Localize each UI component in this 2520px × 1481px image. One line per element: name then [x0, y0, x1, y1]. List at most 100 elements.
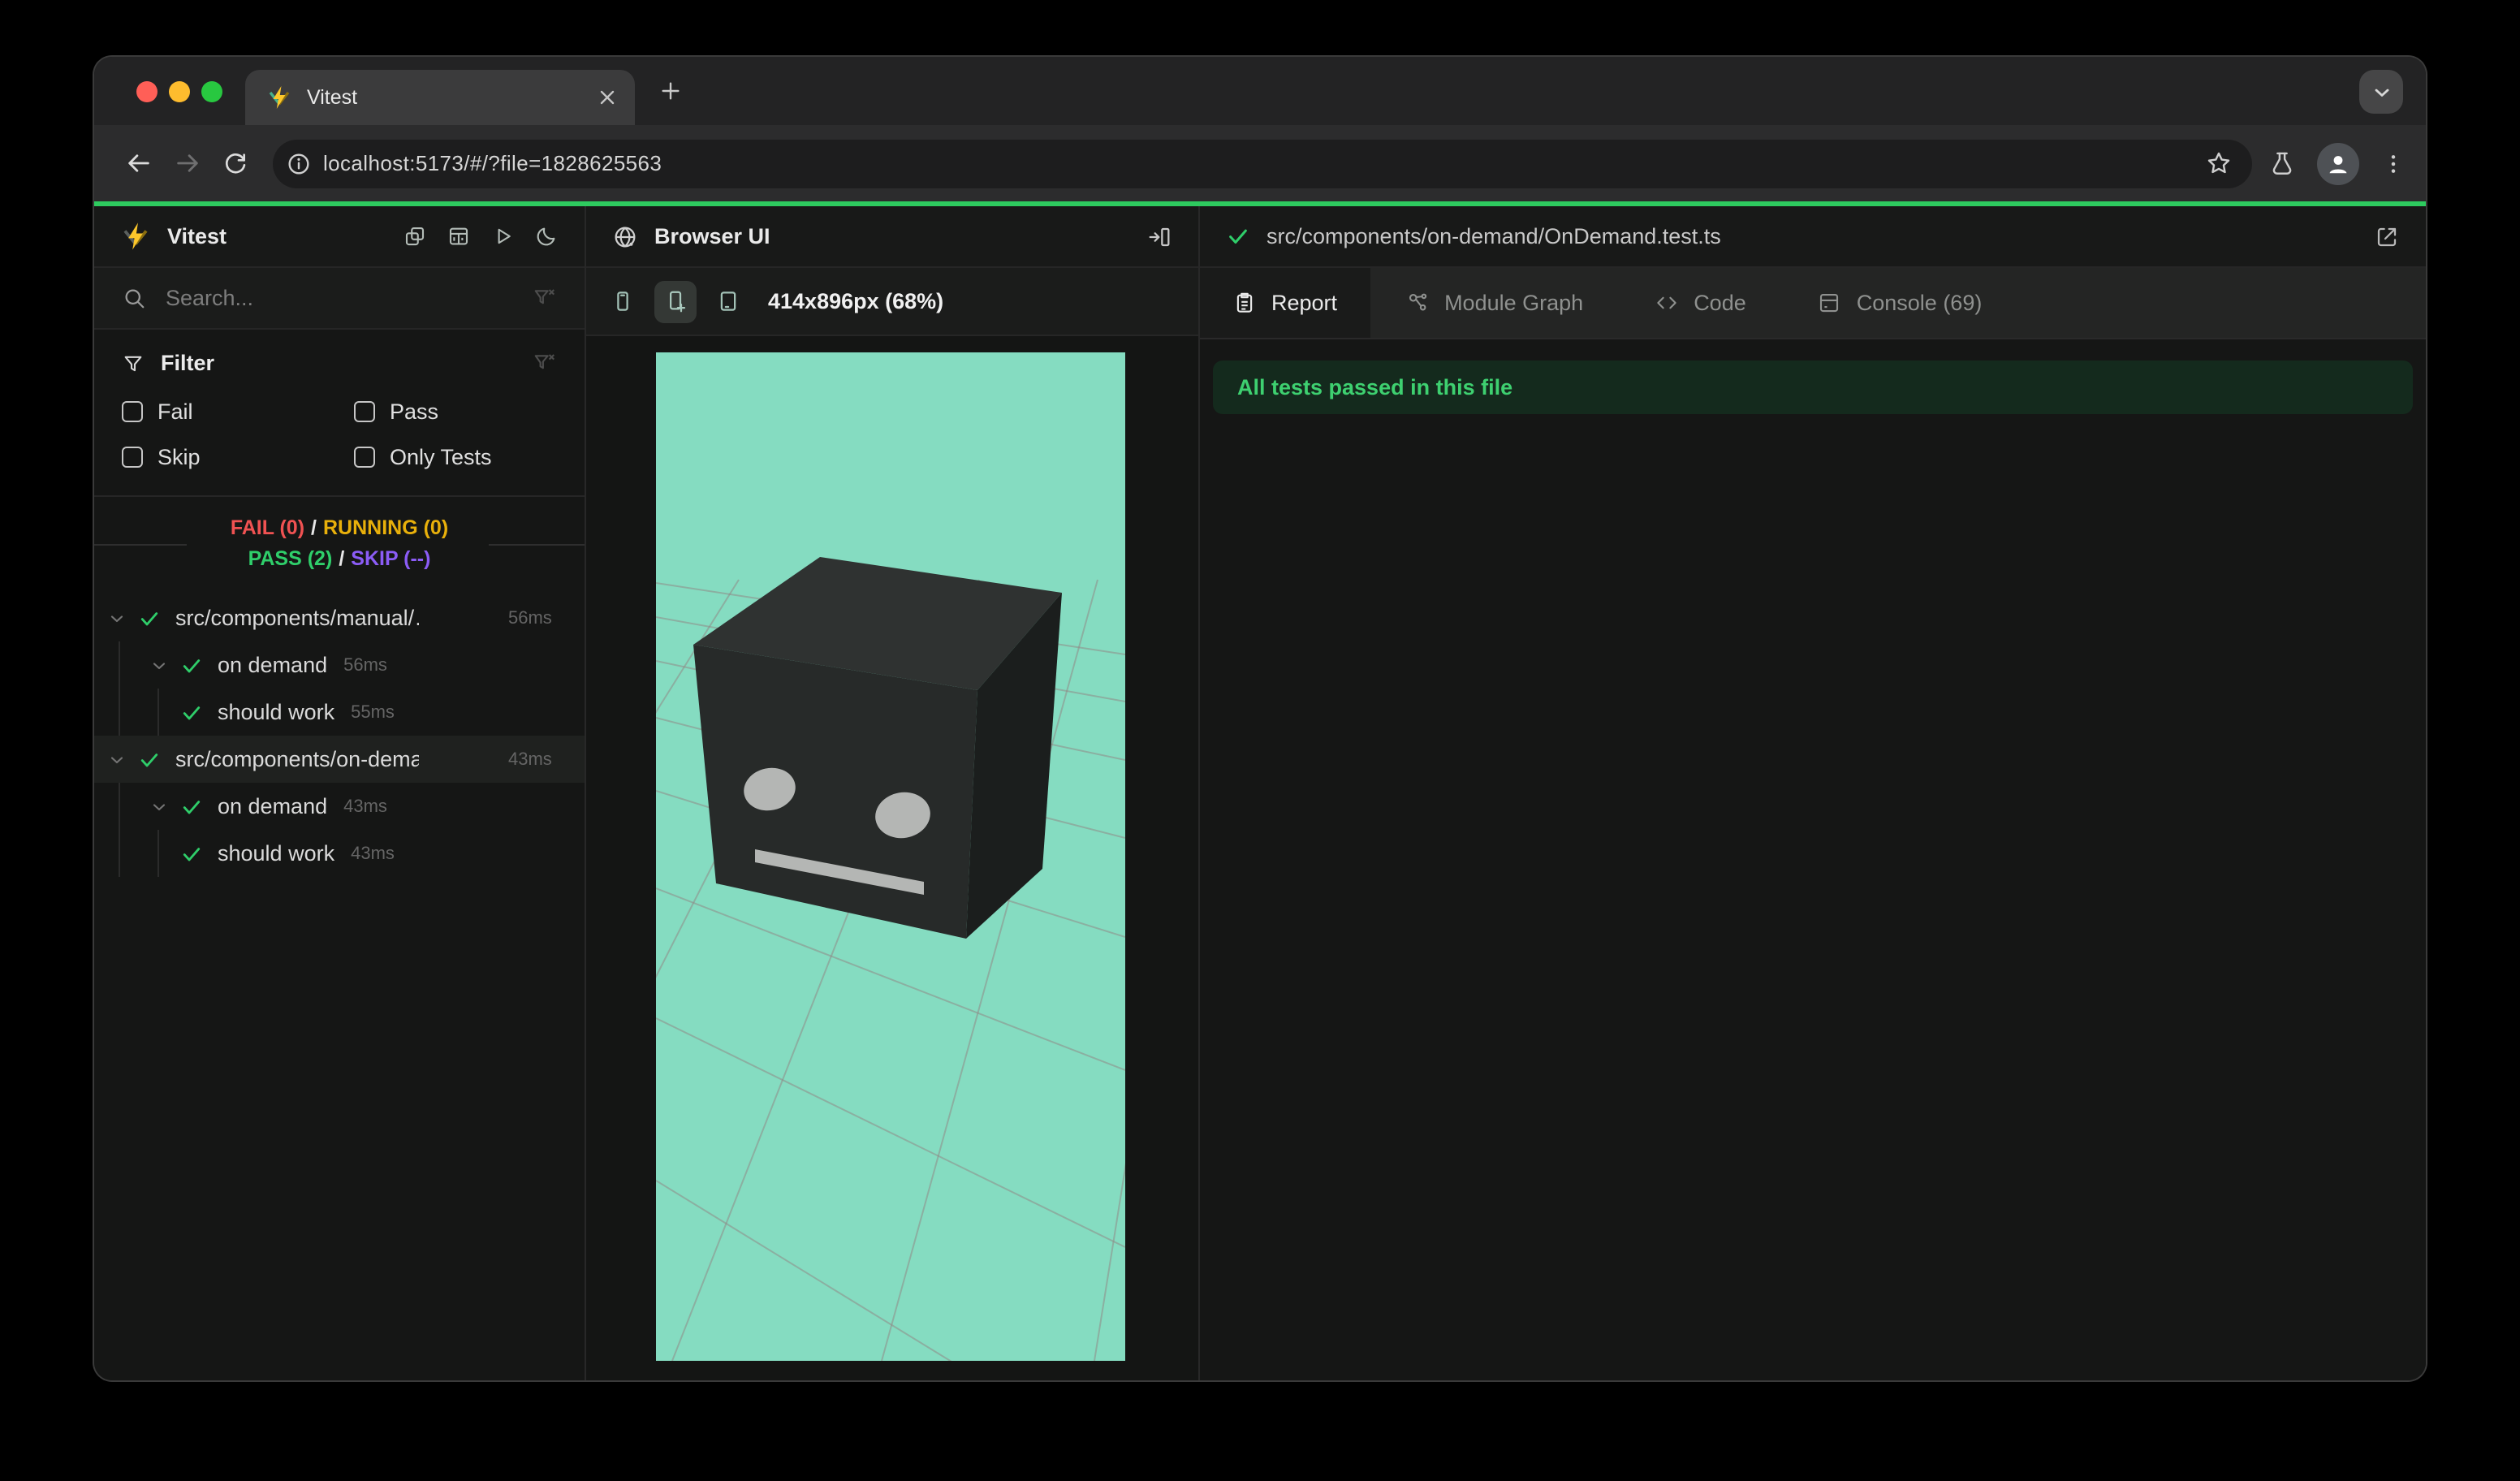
back-arrow-icon: [124, 149, 152, 177]
tab-code[interactable]: Code: [1619, 268, 1782, 338]
tree-row-test[interactable]: should work 43ms: [94, 830, 585, 877]
tree-row-file-selected[interactable]: src/components/on-dema… 43ms: [94, 736, 585, 783]
pass-check-icon: [1226, 224, 1250, 248]
clear-search-filter-icon[interactable]: [533, 286, 557, 310]
filter-only-tests-checkbox[interactable]: [354, 447, 375, 468]
skip-count: SKIP (--): [351, 547, 431, 570]
tab-console[interactable]: Console (69): [1782, 268, 2018, 338]
sidebar-header: Vitest: [94, 206, 585, 268]
test-duration: 43ms: [343, 797, 387, 816]
minimize-window-button[interactable]: [169, 81, 190, 102]
browser-ui-title: Browser UI: [654, 224, 770, 248]
device-tablet-button[interactable]: [716, 289, 740, 313]
smartphone-plus-icon: [663, 289, 688, 313]
filter-pass-checkbox[interactable]: [354, 401, 375, 422]
profile-avatar-button[interactable]: [2317, 142, 2359, 184]
test-duration: 56ms: [343, 655, 387, 675]
theme-toggle-moon-button[interactable]: [534, 224, 559, 248]
collapse-tests-button[interactable]: [403, 224, 427, 248]
chevron-down-icon[interactable]: [107, 608, 127, 628]
close-window-button[interactable]: [136, 81, 158, 102]
separator: /: [311, 516, 317, 539]
pass-count: PASS (2): [248, 547, 333, 570]
filter-pass-label: Pass: [390, 399, 439, 424]
run-all-button[interactable]: [490, 224, 515, 248]
divider: [94, 544, 187, 546]
tab-code-label: Code: [1694, 291, 1746, 315]
detail-header: src/components/on-demand/OnDemand.test.t…: [1200, 206, 2426, 268]
tab-module-graph-label: Module Graph: [1444, 291, 1584, 315]
test-file-path: src/components/on-demand/OnDemand.test.t…: [1266, 224, 1721, 248]
browser-window: Vitest localhost:5173/#/?file=1828625563…: [94, 57, 2426, 1380]
address-bar[interactable]: localhost:5173/#/?file=1828625563: [273, 139, 2252, 188]
device-toolbar: 414x896px (68%): [586, 268, 1198, 336]
close-tab-icon[interactable]: [596, 86, 619, 109]
device-phone-add-button-selected[interactable]: [654, 280, 697, 322]
chevron-down-icon[interactable]: [149, 797, 169, 816]
pass-check-icon: [180, 842, 203, 865]
filter-options: Fail Pass Skip Only Tests: [122, 399, 557, 469]
filter-skip-label: Skip: [158, 445, 201, 469]
device-phone-button[interactable]: [611, 289, 635, 313]
running-count: RUNNING (0): [323, 516, 449, 539]
search-input[interactable]: [162, 284, 516, 312]
dashboard-button[interactable]: [447, 224, 471, 248]
test-tree: src/components/manual/… 56ms on demand 5…: [94, 594, 585, 877]
sidebar-actions: [403, 224, 559, 248]
filter-skip-checkbox[interactable]: [122, 447, 143, 468]
search-row: [94, 268, 585, 330]
url-text[interactable]: localhost:5173/#/?file=1828625563: [323, 151, 2194, 175]
tree-row-suite[interactable]: on demand 43ms: [94, 783, 585, 830]
test-label: should work: [218, 700, 335, 724]
experiments-flask-icon[interactable]: [2268, 149, 2296, 177]
tab-title: Vitest: [307, 86, 358, 109]
tab-console-label: Console (69): [1856, 291, 1983, 315]
filter-fail-checkbox[interactable]: [122, 401, 143, 422]
reload-button[interactable]: [211, 139, 260, 188]
pass-check-icon: [180, 795, 203, 818]
suite-label: on demand: [218, 653, 328, 677]
bookmark-star-icon[interactable]: [2205, 149, 2233, 177]
filter-pass-option[interactable]: Pass: [354, 399, 557, 424]
tree-guide: [158, 689, 159, 736]
test-detail-panel: src/components/on-demand/OnDemand.test.t…: [1200, 206, 2426, 1380]
new-tab-button[interactable]: [658, 78, 684, 104]
filter-header: Filter: [122, 351, 557, 375]
browser-tab[interactable]: Vitest: [245, 70, 635, 125]
open-in-editor-button[interactable]: [2374, 223, 2400, 249]
tab-report[interactable]: Report: [1200, 268, 1370, 338]
test-label: should work: [218, 841, 335, 866]
chevron-down-icon: [2370, 80, 2393, 103]
detail-tabs: Report Module Graph Code Console (69): [1200, 268, 2426, 339]
chevron-down-icon[interactable]: [107, 749, 127, 769]
tree-guide: [158, 830, 159, 877]
tree-row-file[interactable]: src/components/manual/… 56ms: [94, 594, 585, 641]
tree-guide: [119, 689, 120, 736]
tab-report-label: Report: [1271, 291, 1338, 315]
filter-skip-option[interactable]: Skip: [122, 445, 354, 469]
suite-label: on demand: [218, 794, 328, 818]
tab-module-graph[interactable]: Module Graph: [1370, 268, 1619, 338]
tree-row-suite[interactable]: on demand 56ms: [94, 641, 585, 689]
pass-check-icon: [138, 748, 161, 771]
tab-search-button[interactable]: [2359, 70, 2403, 114]
tree-row-test[interactable]: should work 55ms: [94, 689, 585, 736]
site-info-icon[interactable]: [286, 150, 312, 176]
filter-fail-option[interactable]: Fail: [122, 399, 354, 424]
tested-app-preview[interactable]: [656, 352, 1125, 1361]
browser-ui-panel: Browser UI 414x896px (68%): [586, 206, 1200, 1380]
browser-menu-icon[interactable]: [2380, 150, 2406, 176]
back-button[interactable]: [114, 139, 162, 188]
collapse-preview-panel-button[interactable]: [1146, 223, 1172, 249]
preview-area: [586, 336, 1198, 1380]
all-tests-passed-banner: All tests passed in this file: [1213, 361, 2413, 414]
tree-guide: [119, 783, 120, 830]
filter-only-tests-option[interactable]: Only Tests: [354, 445, 557, 469]
globe-icon: [612, 223, 638, 249]
banner-text: All tests passed in this file: [1237, 375, 1513, 399]
forward-button[interactable]: [162, 139, 211, 188]
zoom-window-button[interactable]: [201, 81, 222, 102]
summary-line-2: PASS (2) / SKIP (--): [94, 544, 585, 575]
chevron-down-icon[interactable]: [149, 655, 169, 675]
clear-filter-icon[interactable]: [533, 351, 557, 375]
